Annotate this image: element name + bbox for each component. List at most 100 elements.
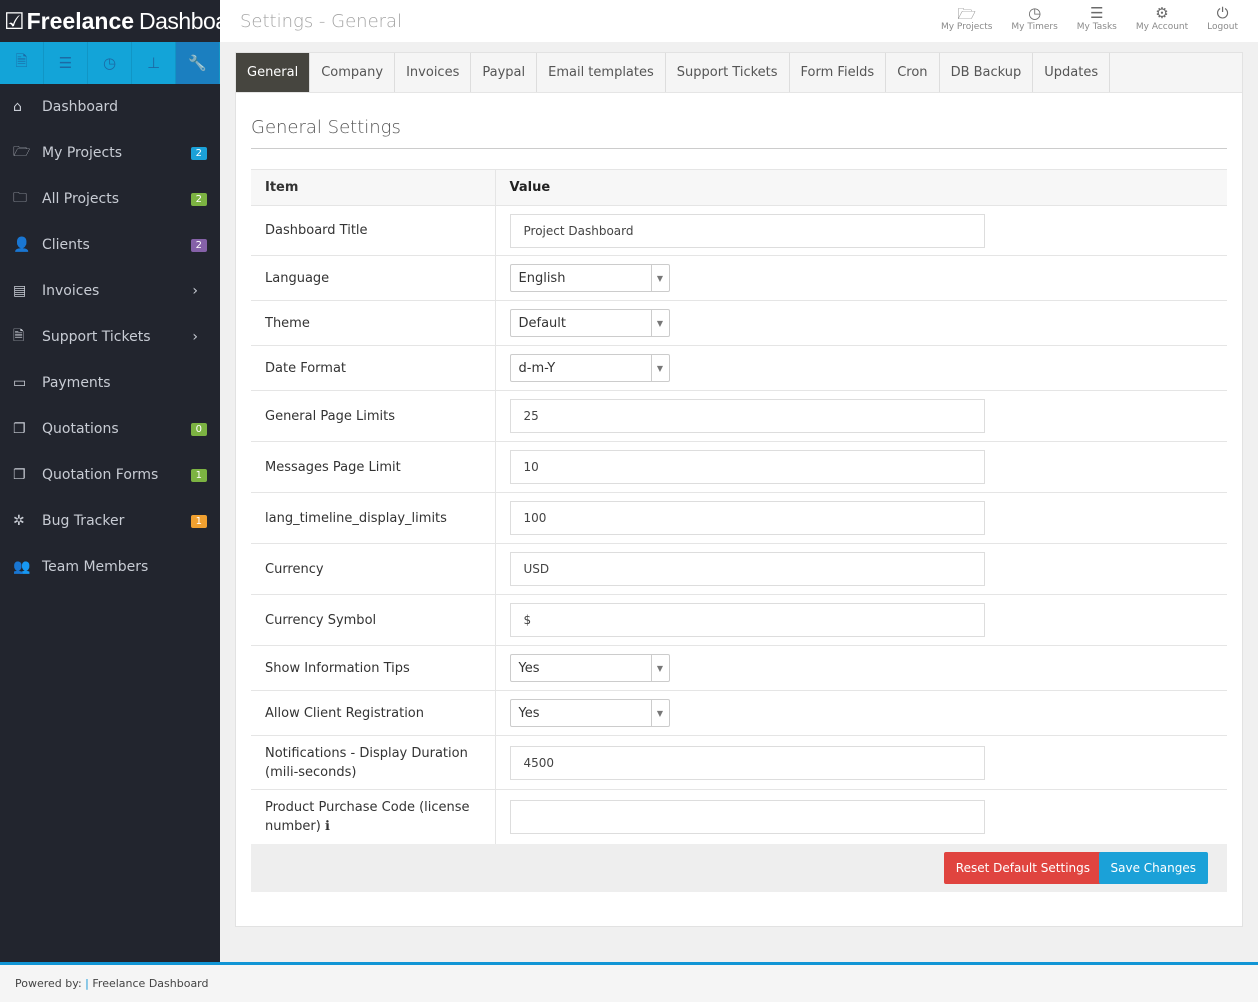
select-value: Default — [518, 315, 567, 331]
sidebar-item-quotation-forms[interactable]: ❐ Quotation Forms 1 — [0, 452, 220, 498]
bug-icon: ✲ — [13, 513, 25, 529]
setting-select[interactable]: Yes ▼ — [509, 654, 670, 682]
count-badge: 2 — [190, 238, 207, 252]
setting-select[interactable]: Default ▼ — [509, 309, 670, 337]
clock-icon[interactable]: ◷ — [88, 42, 132, 84]
setting-value-cell: $ — [495, 594, 1227, 646]
setting-input[interactable]: USD — [509, 552, 985, 586]
count-badge: 2 — [190, 146, 207, 160]
chevron-right-icon: › — [192, 329, 198, 345]
info-icon[interactable]: ℹ — [321, 819, 330, 834]
footer-separator: | — [85, 977, 89, 990]
sidebar-item-label: Invoices — [42, 283, 100, 299]
setting-label-cell: Currency — [251, 543, 496, 595]
setting-input[interactable]: 10 — [509, 450, 985, 484]
table-row: Allow Client Registration Yes ▼ — [251, 690, 1227, 736]
setting-label-cell: Product Purchase Code (license number) ℹ — [251, 789, 496, 844]
sidebar-item-support-tickets[interactable]: 🗎 Support Tickets › — [0, 314, 220, 360]
tab-email-templates[interactable]: Email templates — [537, 53, 666, 92]
sitemap-icon[interactable]: ⊥ — [132, 42, 176, 84]
sidebar-item-quotations[interactable]: ❐ Quotations 0 — [0, 406, 220, 452]
sidebar-item-my-projects[interactable]: 🗁 My Projects 2 — [0, 130, 220, 176]
settings-tabs: General Company Invoices Paypal Email templa… — [236, 53, 1242, 93]
topnav-label: My Tasks — [1076, 22, 1117, 32]
folder-open-icon: 🗁 — [957, 5, 976, 23]
topnav-my-projects[interactable]: 🗁 My Projects — [941, 4, 992, 32]
setting-input[interactable]: Project Dashboard — [509, 213, 985, 248]
tab-company[interactable]: Company — [310, 53, 396, 92]
table-row: Currency USD — [251, 543, 1227, 595]
tab-invoices[interactable]: Invoices — [395, 53, 472, 92]
setting-value-cell — [495, 789, 1227, 844]
sidebar-item-team-members[interactable]: 👥 Team Members — [0, 544, 220, 590]
tab-db-backup[interactable]: DB Backup — [940, 53, 1034, 92]
setting-label: Notifications - Display Duration (mili-s… — [265, 745, 468, 780]
count-badge: 2 — [190, 192, 207, 206]
tab-cron[interactable]: Cron — [886, 53, 940, 92]
tab-updates[interactable]: Updates — [1033, 53, 1111, 92]
sidebar-item-dashboard[interactable]: ⌂ Dashboard — [0, 84, 220, 130]
setting-label-cell: Notifications - Display Duration (mili-s… — [251, 735, 496, 790]
setting-label-cell: Language — [251, 255, 496, 301]
setting-label: Date Format — [265, 360, 347, 376]
column-header-value: Value — [495, 169, 1227, 206]
setting-select[interactable]: d-m-Y ▼ — [509, 354, 670, 382]
copy-icon: ❐ — [13, 421, 26, 437]
setting-value-cell: 10 — [495, 441, 1227, 493]
sidebar-item-bug-tracker[interactable]: ✲ Bug Tracker 1 — [0, 498, 220, 544]
wrench-icon[interactable]: 🔧 — [176, 42, 220, 84]
file-icon[interactable]: 🗎 — [0, 42, 44, 84]
tab-paypal[interactable]: Paypal — [471, 53, 538, 92]
setting-label-cell: Show Information Tips — [251, 645, 496, 691]
sidebar-item-invoices[interactable]: ▤ Invoices › — [0, 268, 220, 314]
topnav-my-account[interactable]: ⚙ My Account — [1136, 4, 1188, 32]
setting-label: lang_timeline_display_limits — [265, 510, 447, 526]
setting-label: Theme — [265, 315, 310, 331]
setting-select[interactable]: English ▼ — [509, 264, 670, 292]
count-badge: 0 — [190, 422, 207, 436]
topnav-logout[interactable]: ⏻ Logout — [1207, 4, 1238, 32]
setting-input[interactable]: $ — [509, 603, 985, 637]
setting-input[interactable] — [509, 799, 985, 834]
sidebar-item-label: Payments — [42, 375, 111, 391]
sidebar-item-label: My Projects — [42, 145, 123, 161]
user-icon: 👤 — [13, 237, 31, 253]
credit-card-icon: ▭ — [13, 375, 27, 391]
topnav-my-timers[interactable]: ◷ My Timers — [1011, 4, 1057, 32]
clock-icon: ◷ — [1028, 4, 1042, 22]
setting-label-cell: General Page Limits — [251, 390, 496, 442]
table-row: Notifications - Display Duration (mili-s… — [251, 735, 1227, 790]
caret-down-icon: ▼ — [650, 655, 669, 681]
reset-default-settings-button[interactable]: Reset Default Settings — [943, 851, 1102, 884]
topnav-label: My Projects — [940, 22, 993, 32]
setting-input[interactable]: 25 — [509, 399, 985, 433]
sidebar-item-label: Clients — [42, 237, 90, 253]
sidebar-item-label: Quotations — [42, 421, 119, 437]
table-row: Currency Symbol $ — [251, 594, 1227, 646]
list-icon[interactable]: ☰ — [44, 42, 88, 84]
logo[interactable]: ☑ Freelance Dashboard — [0, 0, 248, 42]
sidebar-item-payments[interactable]: ▭ Payments — [0, 360, 220, 406]
tab-general[interactable]: General — [236, 53, 311, 92]
topnav-label: My Timers — [1011, 22, 1058, 32]
sidebar-item-clients[interactable]: 👤 Clients 2 — [0, 222, 220, 268]
select-value: d-m-Y — [518, 360, 556, 376]
setting-value-cell: 25 — [495, 390, 1227, 442]
sidebar-item-label: Support Tickets — [42, 329, 151, 345]
setting-label-cell: Theme — [251, 300, 496, 346]
setting-input[interactable]: 4500 — [509, 745, 985, 780]
tab-support-tickets[interactable]: Support Tickets — [666, 53, 790, 92]
tab-form-fields[interactable]: Form Fields — [790, 53, 887, 92]
topnav-my-tasks[interactable]: ☰ My Tasks — [1077, 4, 1117, 32]
header: Settings - General 🗁 My Projects ◷ My Timer… — [220, 0, 1258, 42]
folder-icon: 🗀 — [13, 190, 27, 206]
footer-link[interactable]: Freelance Dashboard — [92, 977, 208, 990]
list-alt-icon: ▤ — [13, 283, 27, 299]
sidebar-item-label: All Projects — [42, 191, 119, 207]
setting-select[interactable]: Yes ▼ — [509, 699, 670, 727]
setting-input[interactable]: 100 — [509, 501, 985, 535]
home-icon: ⌂ — [13, 99, 22, 115]
caret-down-icon: ▼ — [650, 265, 669, 291]
save-changes-button[interactable]: Save Changes — [1098, 851, 1208, 884]
sidebar-item-all-projects[interactable]: 🗀 All Projects 2 — [0, 176, 220, 222]
